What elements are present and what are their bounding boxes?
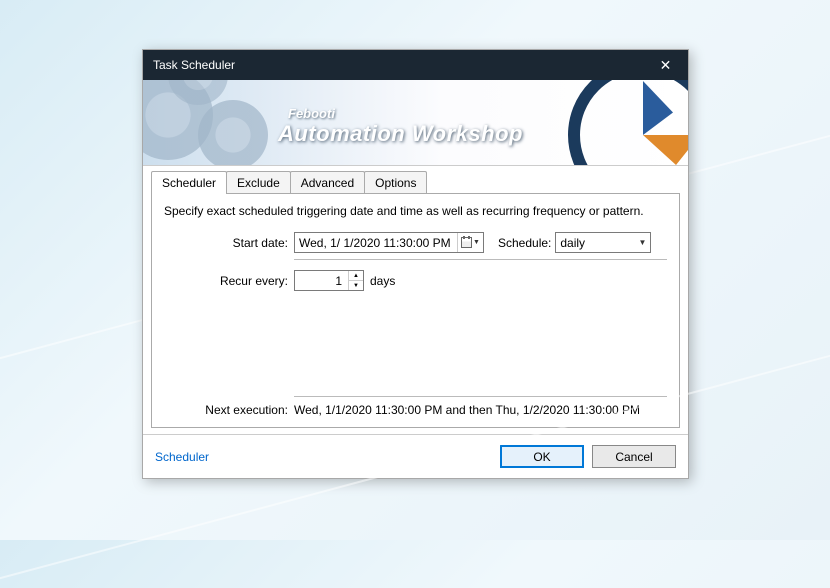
tab-label: Options	[375, 176, 416, 190]
banner-brand: Febooti	[288, 106, 523, 121]
recur-unit: days	[370, 274, 395, 288]
tab-exclude[interactable]: Exclude	[226, 171, 291, 194]
tab-row: Scheduler Exclude Advanced Options	[151, 171, 680, 194]
tab-label: Scheduler	[162, 176, 216, 190]
chevron-up-icon: ▲	[353, 273, 359, 279]
recur-value: 1	[295, 274, 348, 288]
date-picker-button[interactable]: ▼	[457, 233, 483, 252]
scheduler-help-link[interactable]: Scheduler	[155, 450, 209, 464]
dialog-footer: Scheduler OK Cancel	[143, 434, 688, 478]
schedule-select[interactable]: daily ▼	[555, 232, 651, 253]
close-button[interactable]: ✕	[643, 50, 688, 80]
stepper-down-button[interactable]: ▼	[349, 281, 363, 290]
next-execution-label: Next execution:	[164, 403, 294, 417]
tab-scheduler[interactable]: Scheduler	[151, 171, 227, 194]
chevron-down-icon: ▼	[638, 238, 646, 247]
tab-options[interactable]: Options	[364, 171, 427, 194]
panel-description: Specify exact scheduled triggering date …	[164, 204, 667, 218]
recur-label: Recur every:	[164, 274, 294, 288]
schedule-label: Schedule:	[498, 236, 551, 250]
banner: Febooti Automation Workshop	[143, 80, 688, 166]
start-date-value: Wed, 1/ 1/2020 11:30:00 PM	[295, 236, 457, 250]
next-execution-value: Wed, 1/1/2020 11:30:00 PM and then Thu, …	[294, 403, 640, 417]
schedule-value: daily	[560, 236, 638, 250]
banner-product: Automation Workshop	[278, 121, 523, 147]
ok-button[interactable]: OK	[500, 445, 584, 468]
gear-icon	[198, 100, 268, 166]
close-icon: ✕	[660, 57, 672, 74]
start-date-input[interactable]: Wed, 1/ 1/2020 11:30:00 PM ▼	[294, 232, 484, 253]
dialog-title: Task Scheduler	[153, 58, 235, 72]
scheduler-panel: Specify exact scheduled triggering date …	[151, 193, 680, 428]
cancel-button[interactable]: Cancel	[592, 445, 676, 468]
chevron-down-icon: ▼	[353, 283, 359, 289]
divider	[294, 259, 667, 260]
chevron-down-icon: ▼	[473, 239, 480, 246]
clock-icon	[568, 80, 688, 166]
recur-stepper[interactable]: 1 ▲ ▼	[294, 270, 364, 291]
start-date-label: Start date:	[164, 236, 294, 250]
tab-label: Advanced	[301, 176, 354, 190]
tab-label: Exclude	[237, 176, 280, 190]
stepper-up-button[interactable]: ▲	[349, 271, 363, 281]
task-scheduler-dialog: Task Scheduler ✕ Febooti Automation Work…	[142, 49, 689, 479]
banner-text: Febooti Automation Workshop	[278, 106, 523, 147]
divider	[294, 396, 667, 397]
titlebar: Task Scheduler ✕	[143, 50, 688, 80]
tab-advanced[interactable]: Advanced	[290, 171, 365, 194]
calendar-icon	[461, 237, 472, 248]
